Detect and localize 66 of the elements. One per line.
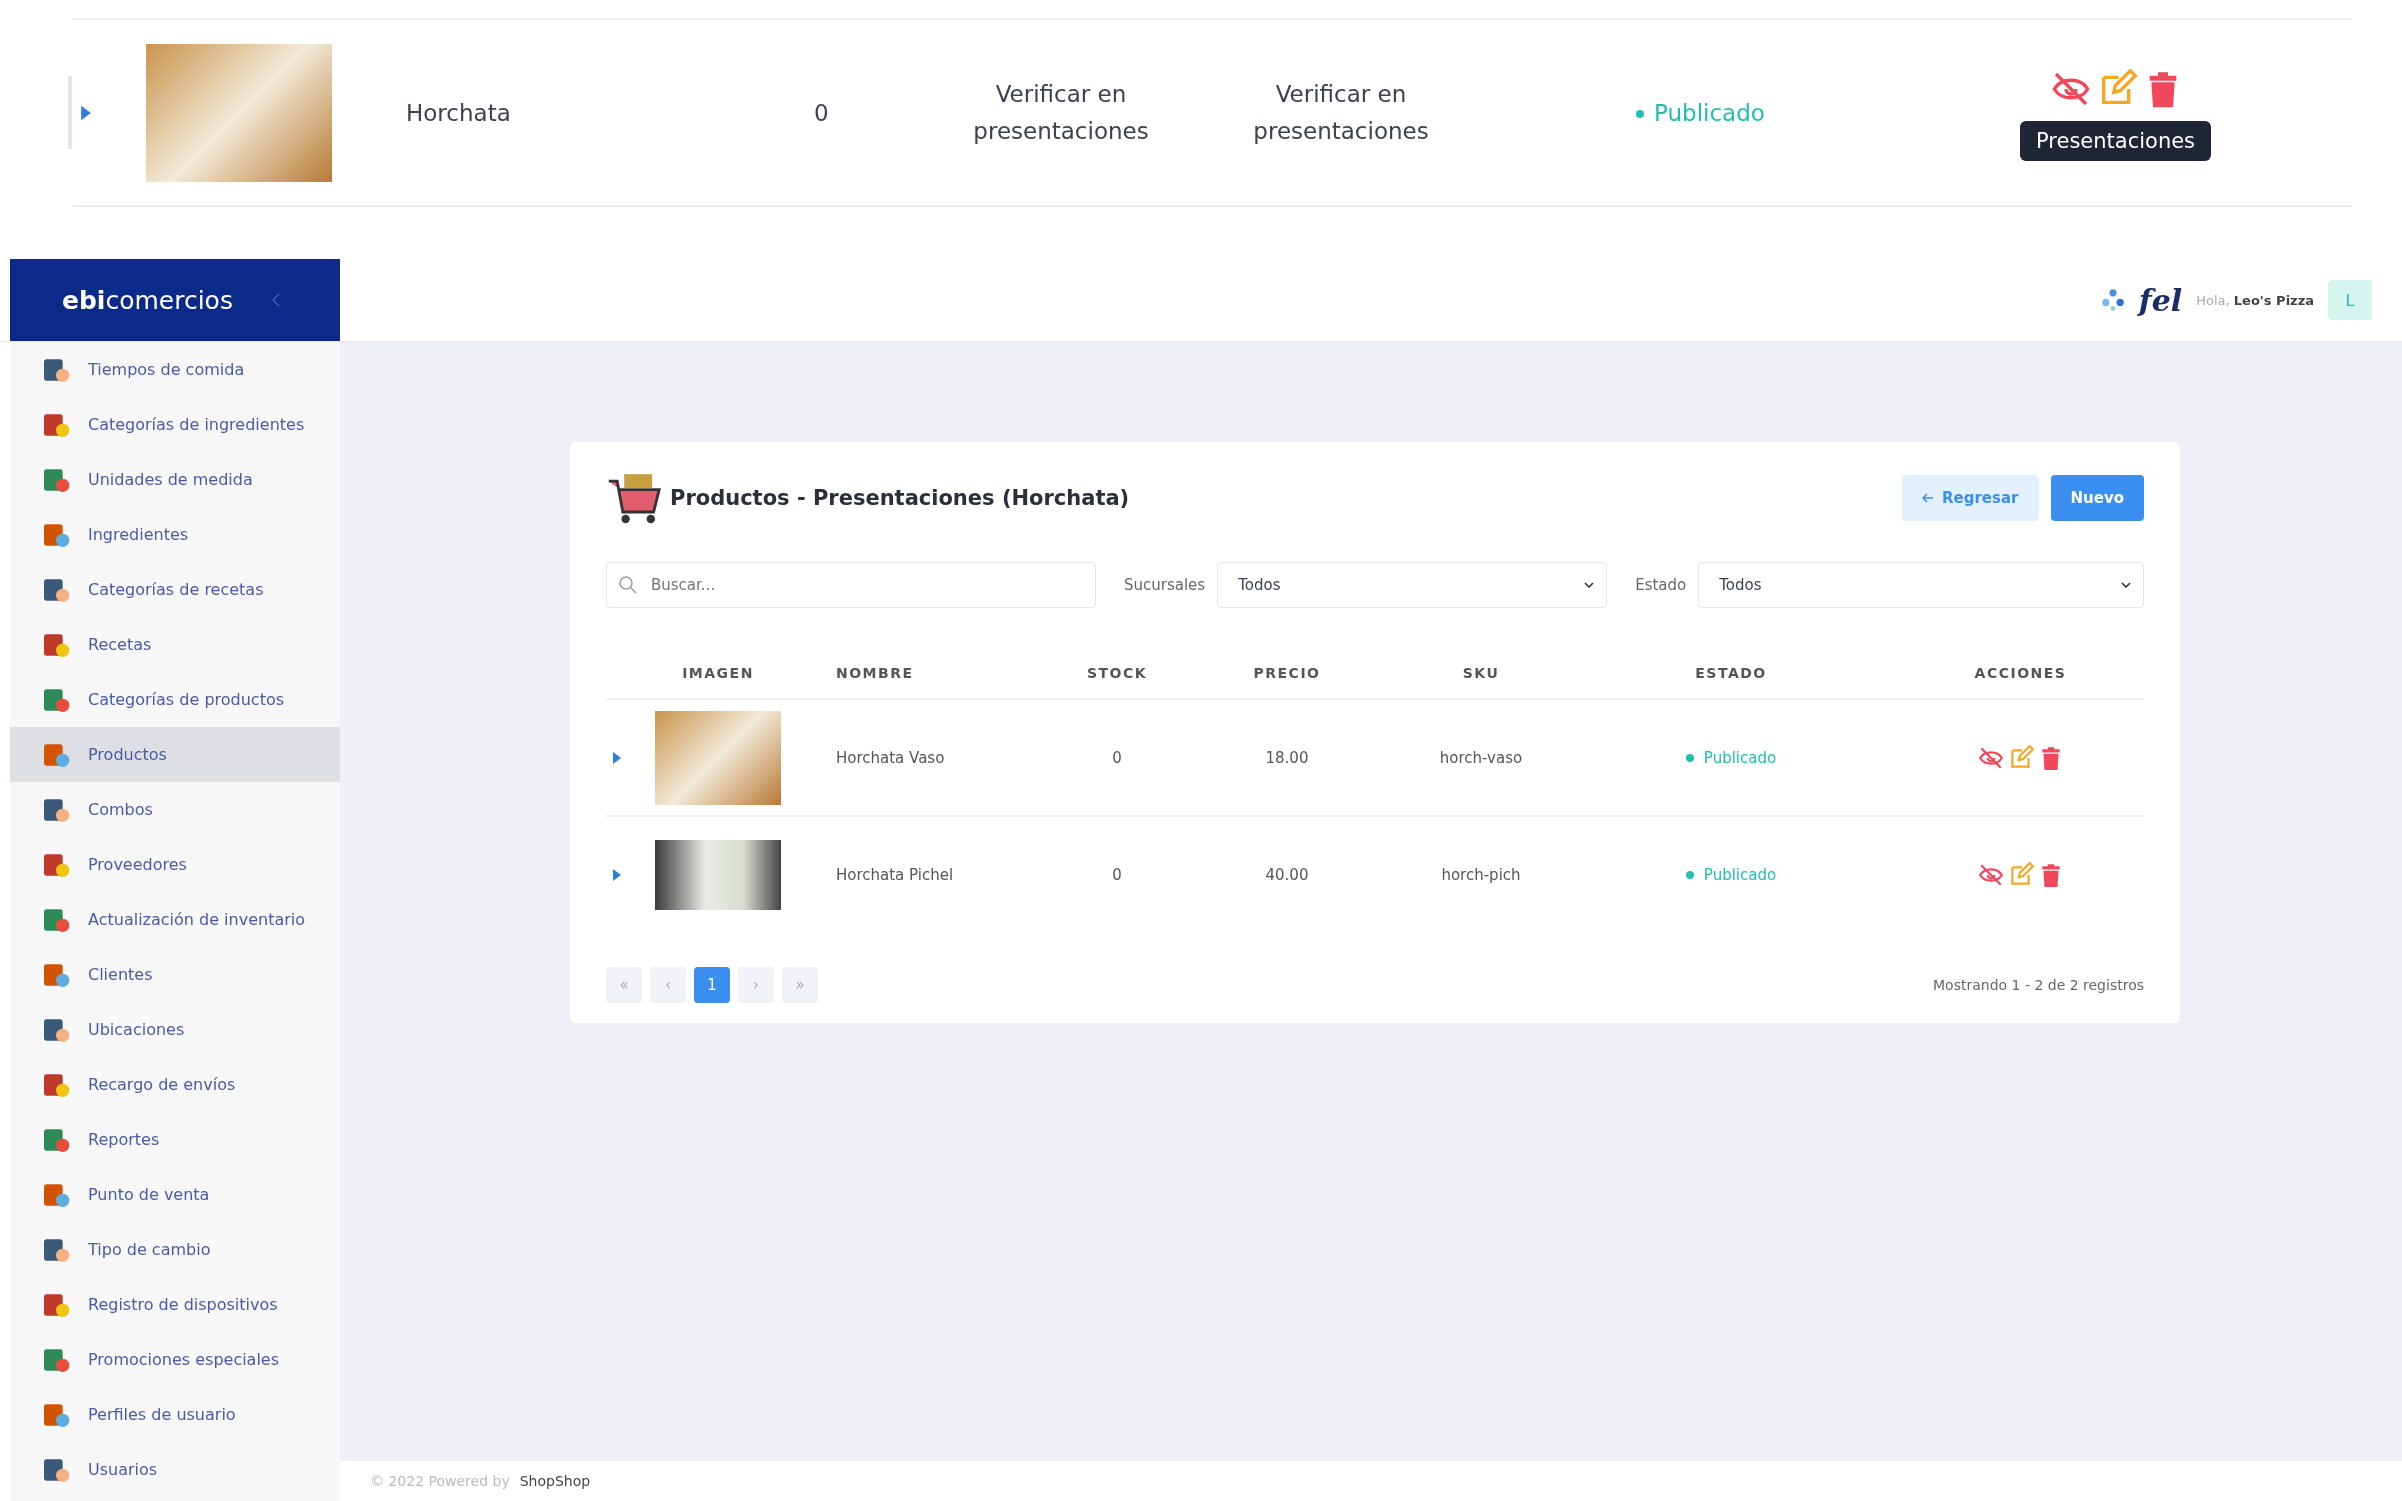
user-greeting: Hola, Leo's Pizza (2196, 292, 2314, 308)
column-header: ESTADO (1694, 665, 1768, 681)
filter-label: Sucursales (1124, 576, 1206, 594)
expand-icon[interactable] (612, 751, 622, 764)
sidebar-item[interactable]: Promociones especiales (10, 1332, 340, 1387)
table-cell: Horchata Vaso (836, 748, 945, 767)
table-cell: horch-pich (1441, 865, 1521, 884)
expand-icon[interactable] (80, 104, 92, 121)
table-cell: horch-vaso (1439, 748, 1523, 767)
column-header: STOCK (1085, 665, 1149, 681)
stock-value: 0 (814, 99, 830, 126)
sidebar-item[interactable]: Unidades de medida (10, 452, 340, 507)
sku-note: Verificar en presentaciones (1252, 79, 1430, 146)
sidebar-item[interactable]: Clientes (10, 947, 340, 1002)
footer-text: © 2022 Powered by (370, 1473, 510, 1489)
filter-label: Estado (1635, 576, 1687, 594)
left-arrow-icon (1922, 493, 1934, 503)
product-name: Horchata (406, 99, 512, 126)
sidebar-item[interactable]: Registro de dispositivos (10, 1277, 340, 1332)
page-button[interactable]: 1 (694, 967, 730, 1003)
sidebar-item[interactable]: Categorías de recetas (10, 562, 340, 617)
tooltip: Presentaciones (2020, 120, 2212, 161)
sidebar-item[interactable]: Productos (10, 727, 340, 782)
table-cell: 0 (1112, 748, 1122, 767)
chevron-down-icon (2121, 582, 2131, 588)
filter-dropdown[interactable]: Todos (1698, 562, 2144, 608)
sidebar-item[interactable]: Actualización de inventario (10, 892, 340, 947)
column-header: NOMBRE (835, 665, 915, 681)
sidebar-item[interactable]: Categorías de ingredientes (10, 397, 340, 452)
search-icon (618, 575, 638, 595)
status-label: Publicado (1685, 865, 1777, 884)
table-cell: 40.00 (1265, 865, 1309, 884)
column-header: SKU (1461, 665, 1501, 681)
search-field[interactable]: Buscar... (606, 562, 1096, 608)
brand-logo: ebicomercios (62, 285, 233, 315)
sidebar-item[interactable]: Ubicaciones (10, 1002, 340, 1057)
collapse-icon[interactable] (270, 292, 281, 308)
status-label: Publicado (1685, 748, 1777, 767)
sidebar-item[interactable]: Reportes (10, 1112, 340, 1167)
sidebar-item[interactable]: Punto de venta (10, 1167, 340, 1222)
table-cell: 0 (1112, 865, 1122, 884)
sidebar-item[interactable]: Combos (10, 782, 340, 837)
sidebar-item[interactable]: Perfiles de usuario (10, 1387, 340, 1442)
table-cell: Horchata Pichel (836, 865, 954, 884)
column-header: ACCIONES (1973, 665, 2068, 681)
new-button[interactable]: Nuevo (2050, 475, 2144, 521)
price-note: Verificar en presentaciones (972, 79, 1150, 146)
records-info: Mostrando 1 - 2 de 2 registros (1933, 977, 2144, 993)
filter-dropdown[interactable]: Todos (1217, 562, 1608, 608)
expand-icon[interactable] (612, 868, 622, 881)
sidebar-item[interactable]: Categorías de productos (10, 672, 340, 727)
sidebar-item[interactable]: Proveedores (10, 837, 340, 892)
sidebar-item[interactable]: Recetas (10, 617, 340, 672)
column-header: IMAGEN (681, 665, 755, 681)
status-label: Publicado (1636, 99, 1936, 126)
card-title: Productos - Presentaciones (Horchata) (670, 486, 1130, 510)
chevron-down-icon (1584, 582, 1595, 588)
column-header: PRECIO (1252, 665, 1322, 681)
sidebar-item[interactable]: Ingredientes (10, 507, 340, 562)
fel-logo: fel (2138, 282, 2183, 318)
sidebar-item[interactable]: Tipo de cambio (10, 1222, 340, 1277)
sidebar-item[interactable]: Recargo de envíos (10, 1057, 340, 1112)
table-cell: 18.00 (1265, 748, 1309, 767)
sidebar-item[interactable]: Tiempos de comida (10, 342, 340, 397)
sidebar-item[interactable]: Usuarios (10, 1442, 340, 1497)
footer-link[interactable]: ShopShop (519, 1473, 591, 1489)
